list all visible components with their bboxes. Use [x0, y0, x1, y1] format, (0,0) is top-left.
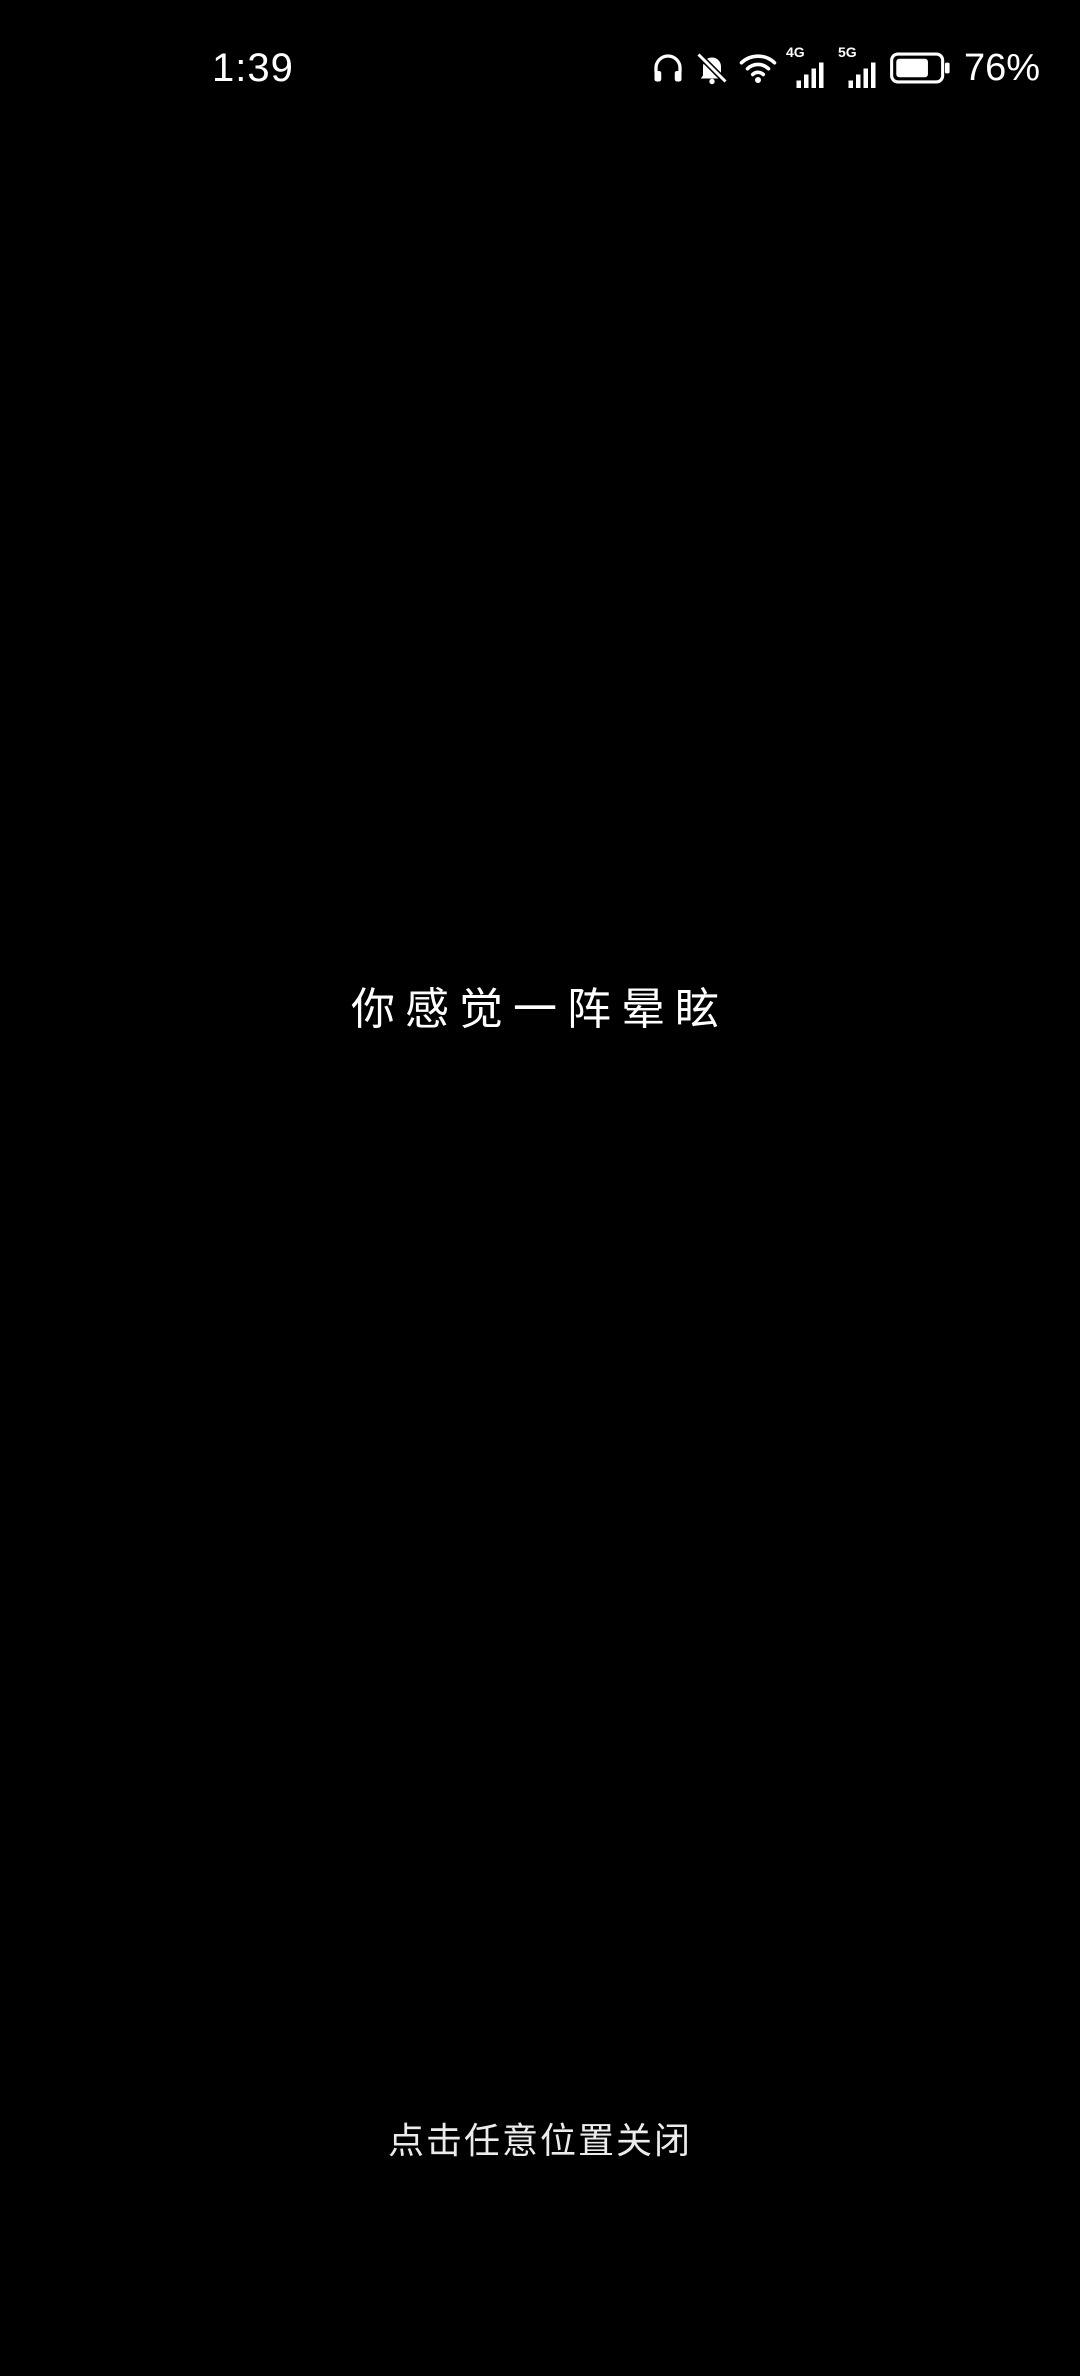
tap-to-close-hint[interactable]: 点击任意位置关闭	[0, 2116, 1080, 2168]
dizzy-message: 你感觉一阵晕眩	[351, 984, 729, 1035]
dismiss-overlay[interactable]: 你感觉一阵晕眩 点击任意位置关闭	[0, 0, 1080, 2376]
